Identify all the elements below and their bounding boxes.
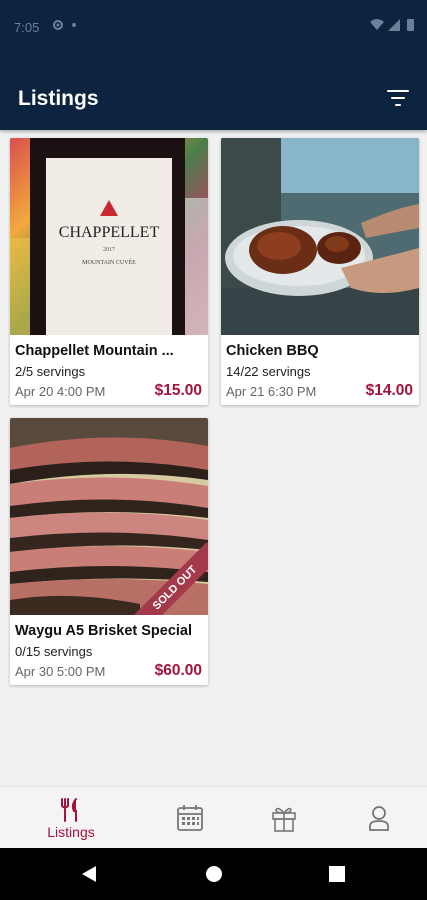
filter-icon[interactable] bbox=[387, 88, 413, 110]
back-icon[interactable] bbox=[80, 865, 98, 883]
recents-icon[interactable] bbox=[328, 865, 346, 883]
listing-name: Waygu A5 Brisket Special bbox=[15, 623, 193, 639]
bottom-nav: Listings bbox=[0, 786, 427, 848]
listing-card[interactable]: SOLD OUT Waygu A5 Brisket Special 0/15 s… bbox=[10, 418, 208, 685]
listing-date: Apr 20 4:00 PM bbox=[15, 384, 106, 399]
svg-text:MOUNTAIN CUVÉE: MOUNTAIN CUVÉE bbox=[82, 258, 136, 266]
listing-price: $14.00 bbox=[365, 382, 413, 399]
listing-price: $60.00 bbox=[154, 662, 202, 679]
listing-image: SOLD OUT bbox=[10, 418, 208, 615]
listing-price: $15.00 bbox=[154, 382, 202, 399]
status-bar: 7:05 bbox=[0, 0, 427, 60]
tab-gifts[interactable] bbox=[244, 787, 324, 849]
listing-servings: 0/15 servings bbox=[15, 644, 93, 659]
status-time: 7:05 bbox=[14, 20, 40, 35]
tab-profile[interactable] bbox=[339, 787, 419, 849]
gift-icon bbox=[272, 807, 296, 832]
page-title: Listings bbox=[18, 87, 99, 110]
screen: 7:05 Listings CHAPPELLET 2017 MOUNTAIN C… bbox=[0, 0, 427, 900]
status-right-icons bbox=[369, 18, 417, 35]
listing-name: Chicken BBQ bbox=[226, 343, 319, 359]
listing-name: Chappellet Mountain ... bbox=[15, 343, 174, 359]
listing-image bbox=[221, 138, 419, 335]
app-bar: Listings bbox=[0, 60, 427, 130]
home-icon[interactable] bbox=[205, 865, 223, 883]
svg-text:2017: 2017 bbox=[103, 247, 115, 253]
system-nav-bar bbox=[0, 848, 427, 900]
listing-date: Apr 21 6:30 PM bbox=[226, 384, 317, 399]
tab-calendar[interactable] bbox=[150, 787, 230, 849]
listing-servings: 2/5 servings bbox=[15, 364, 86, 379]
listing-servings: 14/22 servings bbox=[226, 364, 311, 379]
listing-image: CHAPPELLET 2017 MOUNTAIN CUVÉE bbox=[10, 138, 208, 335]
fork-knife-icon bbox=[61, 798, 77, 822]
listing-date: Apr 30 5:00 PM bbox=[15, 664, 106, 679]
wine-label-text: CHAPPELLET bbox=[59, 224, 160, 241]
calendar-icon bbox=[177, 805, 203, 831]
listing-card[interactable]: CHAPPELLET 2017 MOUNTAIN CUVÉE Chappelle… bbox=[10, 138, 208, 405]
tab-listings[interactable]: Listings bbox=[31, 787, 111, 849]
listing-card[interactable]: Chicken BBQ 14/22 servings Apr 21 6:30 P… bbox=[221, 138, 419, 405]
gear-icon bbox=[52, 18, 92, 35]
profile-icon bbox=[369, 806, 389, 831]
tab-listings-label: Listings bbox=[47, 824, 95, 840]
